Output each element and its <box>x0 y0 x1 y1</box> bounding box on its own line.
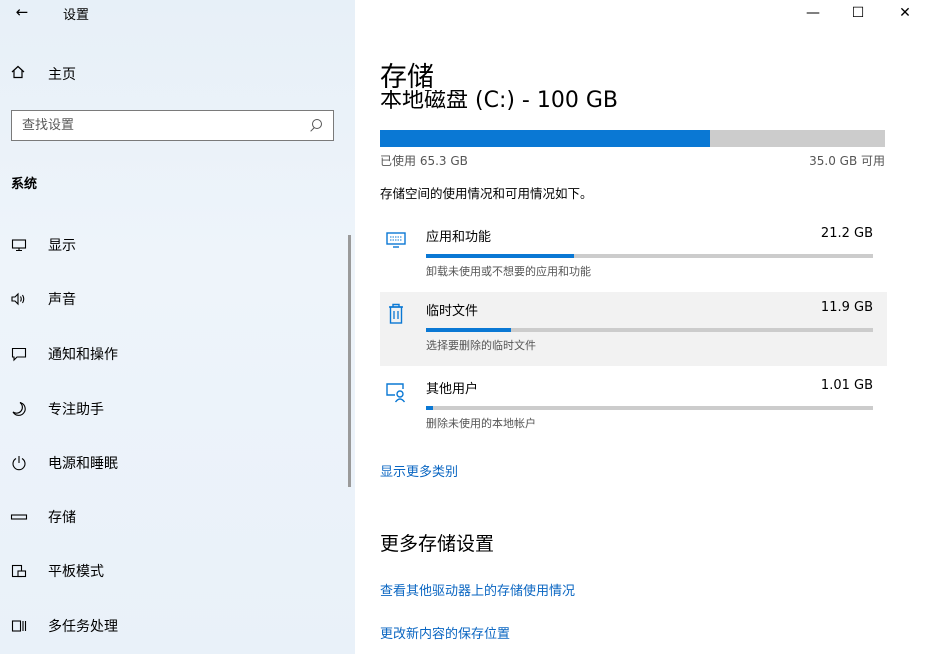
monitor-icon <box>9 235 29 255</box>
app-title: 设置 <box>63 8 90 23</box>
sidebar-item-focus-assist[interactable]: 专注助手 <box>0 389 345 429</box>
storage-icon <box>9 507 29 527</box>
sidebar-scrollbar[interactable] <box>348 235 351 487</box>
sidebar-item-display[interactable]: 显示 <box>0 225 345 265</box>
category-usage-bar <box>426 254 873 258</box>
change-save-location-link[interactable]: 更改新内容的保存位置 <box>380 623 510 642</box>
tablet-mode-icon <box>9 561 29 581</box>
sidebar-item-label: 声音 <box>48 292 76 308</box>
category-subtitle: 卸载未使用或不想要的应用和功能 <box>426 265 591 278</box>
more-storage-settings-heading: 更多存储设置 <box>380 533 495 555</box>
moon-icon <box>9 399 29 419</box>
category-name: 其他用户 <box>426 382 479 397</box>
category-size: 21.2 GB <box>820 226 873 241</box>
category-usage-fill <box>426 406 433 410</box>
trash-icon <box>384 302 408 326</box>
sidebar-item-label: 通知和操作 <box>48 347 118 363</box>
sidebar-item-label: 电源和睡眠 <box>48 456 118 472</box>
section-title: 系统 <box>11 177 38 192</box>
search-box[interactable] <box>11 110 334 141</box>
category-subtitle: 选择要删除的临时文件 <box>426 339 536 352</box>
category-subtitle: 删除未使用的本地帐户 <box>426 417 536 430</box>
category-usage-fill <box>426 254 574 258</box>
home-label: 主页 <box>48 67 76 83</box>
multitasking-icon <box>9 616 29 636</box>
disk-usage-fill <box>380 130 710 147</box>
sidebar-item-power-sleep[interactable]: 电源和睡眠 <box>0 443 345 483</box>
search-icon[interactable] <box>309 118 323 133</box>
page-title: 存储 <box>380 62 434 93</box>
sidebar-item-label: 平板模式 <box>48 564 104 580</box>
sidebar-item-label: 显示 <box>48 238 76 254</box>
back-button[interactable]: ← <box>10 2 34 22</box>
power-icon <box>9 453 29 473</box>
sidebar-item-notifications[interactable]: 通知和操作 <box>0 334 345 374</box>
used-space-text: 已使用 65.3 GB <box>380 154 468 168</box>
category-usage-bar <box>426 328 873 332</box>
free-space-text: 35.0 GB 可用 <box>809 154 885 168</box>
other-users-icon <box>384 380 408 404</box>
back-arrow-icon: ← <box>15 3 29 21</box>
search-input[interactable] <box>22 118 309 133</box>
main-content: 存储 本地磁盘 (C:) - 100 GB 已使用 65.3 GB 35.0 G… <box>355 0 928 654</box>
sidebar-item-label: 存储 <box>48 510 76 526</box>
disk-title: 本地磁盘 (C:) - 100 GB <box>380 90 618 112</box>
category-usage-bar <box>426 406 873 410</box>
apps-icon <box>384 228 408 252</box>
disk-title-text: 本地磁盘 (C:) - 100 GB <box>380 90 618 112</box>
sidebar-item-label: 多任务处理 <box>48 619 118 635</box>
sidebar-item-storage[interactable]: 存储 <box>0 497 345 537</box>
category-other-users[interactable]: 其他用户 1.01 GB 删除未使用的本地帐户 <box>380 370 887 444</box>
category-temporary-files[interactable]: 临时文件 11.9 GB 选择要删除的临时文件 <box>380 292 887 366</box>
notification-icon <box>9 344 29 364</box>
view-other-drives-link[interactable]: 查看其他驱动器上的存储使用情况 <box>380 580 575 599</box>
disk-usage-bar <box>380 130 885 147</box>
sidebar: ← 设置 主页 系统 显示 声音 通知和操作 <box>0 0 355 654</box>
category-usage-fill <box>426 328 511 332</box>
home-icon <box>8 64 28 84</box>
show-more-categories-link[interactable]: 显示更多类别 <box>380 461 458 480</box>
sidebar-item-tablet-mode[interactable]: 平板模式 <box>0 551 345 591</box>
sidebar-item-label: 专注助手 <box>48 402 104 418</box>
sidebar-item-sound[interactable]: 声音 <box>0 279 345 319</box>
sidebar-item-multitasking[interactable]: 多任务处理 <box>0 606 345 646</box>
category-apps-features[interactable]: 应用和功能 21.2 GB 卸载未使用或不想要的应用和功能 <box>380 218 887 292</box>
speaker-icon <box>9 289 29 309</box>
category-name: 应用和功能 <box>426 230 492 245</box>
category-size: 11.9 GB <box>820 300 873 315</box>
storage-description: 存储空间的使用情况和可用情况如下。 <box>380 186 593 201</box>
category-size: 1.01 GB <box>820 378 873 393</box>
home-nav-item[interactable]: 主页 <box>8 62 76 86</box>
category-name: 临时文件 <box>426 304 479 319</box>
